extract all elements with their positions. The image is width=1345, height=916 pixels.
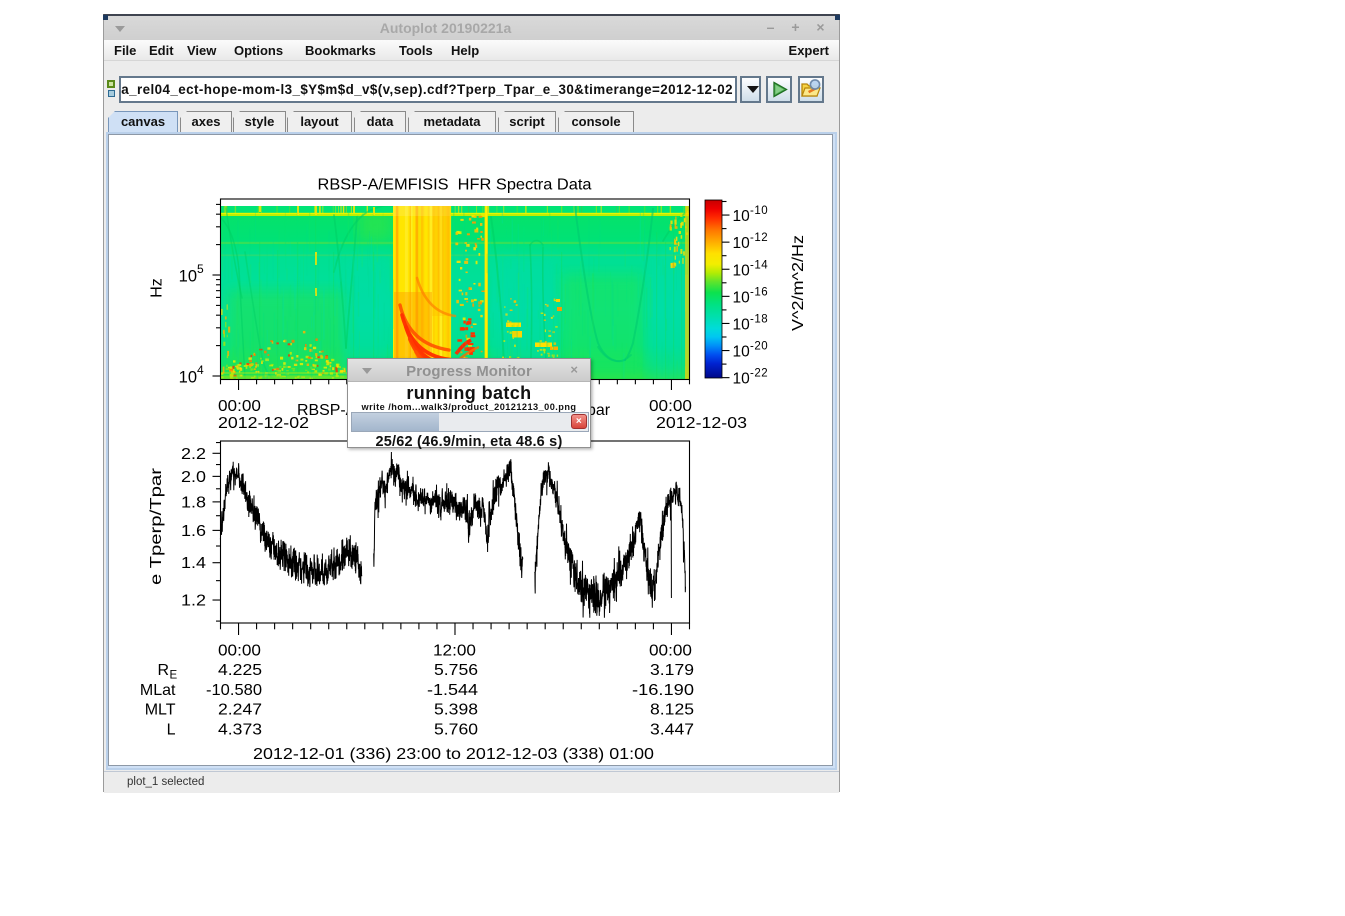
svg-text:10: 10 [733,235,751,252]
svg-text:R: R [157,662,169,679]
svg-text:2012-12-02: 2012-12-02 [218,415,309,432]
svg-text:10: 10 [179,268,197,286]
svg-text:MLat: MLat [140,682,176,699]
svg-text:3.447: 3.447 [650,722,694,739]
svg-text:1.6: 1.6 [181,523,206,540]
svg-text:00:00: 00:00 [649,398,692,415]
svg-text:-18: -18 [750,314,768,326]
svg-text:2.2: 2.2 [181,446,206,463]
svg-text:2.0: 2.0 [181,469,206,486]
svg-text:L: L [167,722,176,739]
svg-text:10: 10 [733,317,751,334]
svg-text:RBSP-A/EMFISIS HFR Spectra Da: RBSP-A/EMFISIS HFR Spectra Data [318,177,592,194]
svg-text:e Tperp/Tpar: e Tperp/Tpar [148,467,165,585]
svg-text:4: 4 [197,363,204,377]
svg-text:-20: -20 [750,341,768,353]
svg-text:3.179: 3.179 [650,662,694,679]
svg-text:1.4: 1.4 [181,555,206,572]
svg-text:-22: -22 [750,368,768,380]
svg-text:Hz: Hz [149,278,166,298]
svg-text:-10: -10 [750,205,768,217]
svg-text:10: 10 [733,289,751,306]
svg-text:MLT: MLT [145,702,176,719]
svg-text:4.225: 4.225 [218,662,262,679]
svg-text:10: 10 [733,344,751,361]
svg-text:2.247: 2.247 [218,702,262,719]
svg-text:E: E [170,670,178,682]
svg-text:00:00: 00:00 [218,398,261,415]
svg-text:10: 10 [179,369,197,387]
svg-text:-10.580: -10.580 [206,682,262,699]
svg-text:00:00: 00:00 [649,643,692,660]
svg-text:2012-12-03: 2012-12-03 [656,415,747,432]
svg-text:-14: -14 [750,259,768,271]
svg-text:4.373: 4.373 [218,722,262,739]
svg-text:5: 5 [197,262,204,276]
svg-text:1.8: 1.8 [181,494,206,511]
svg-text:8.125: 8.125 [650,702,694,719]
svg-text:10: 10 [733,371,751,388]
svg-text:-16: -16 [750,286,768,298]
svg-text:-12: -12 [750,232,768,244]
svg-text:10: 10 [733,262,751,279]
svg-text:-16.190: -16.190 [632,682,694,699]
svg-text:5.760: 5.760 [434,722,478,739]
svg-text:00:00: 00:00 [218,643,261,660]
svg-text:5.398: 5.398 [434,702,478,719]
svg-text:10: 10 [733,208,751,225]
svg-text:V^2/m^2/Hz: V^2/m^2/Hz [790,235,807,331]
svg-text:5.756: 5.756 [434,662,478,679]
svg-text:2012-12-01 (336) 23:00 to 2012: 2012-12-01 (336) 23:00 to 2012-12-03 (33… [253,746,654,763]
svg-text:12:00: 12:00 [433,643,476,660]
svg-text:1.2: 1.2 [181,593,206,610]
svg-text:-1.544: -1.544 [427,682,478,699]
